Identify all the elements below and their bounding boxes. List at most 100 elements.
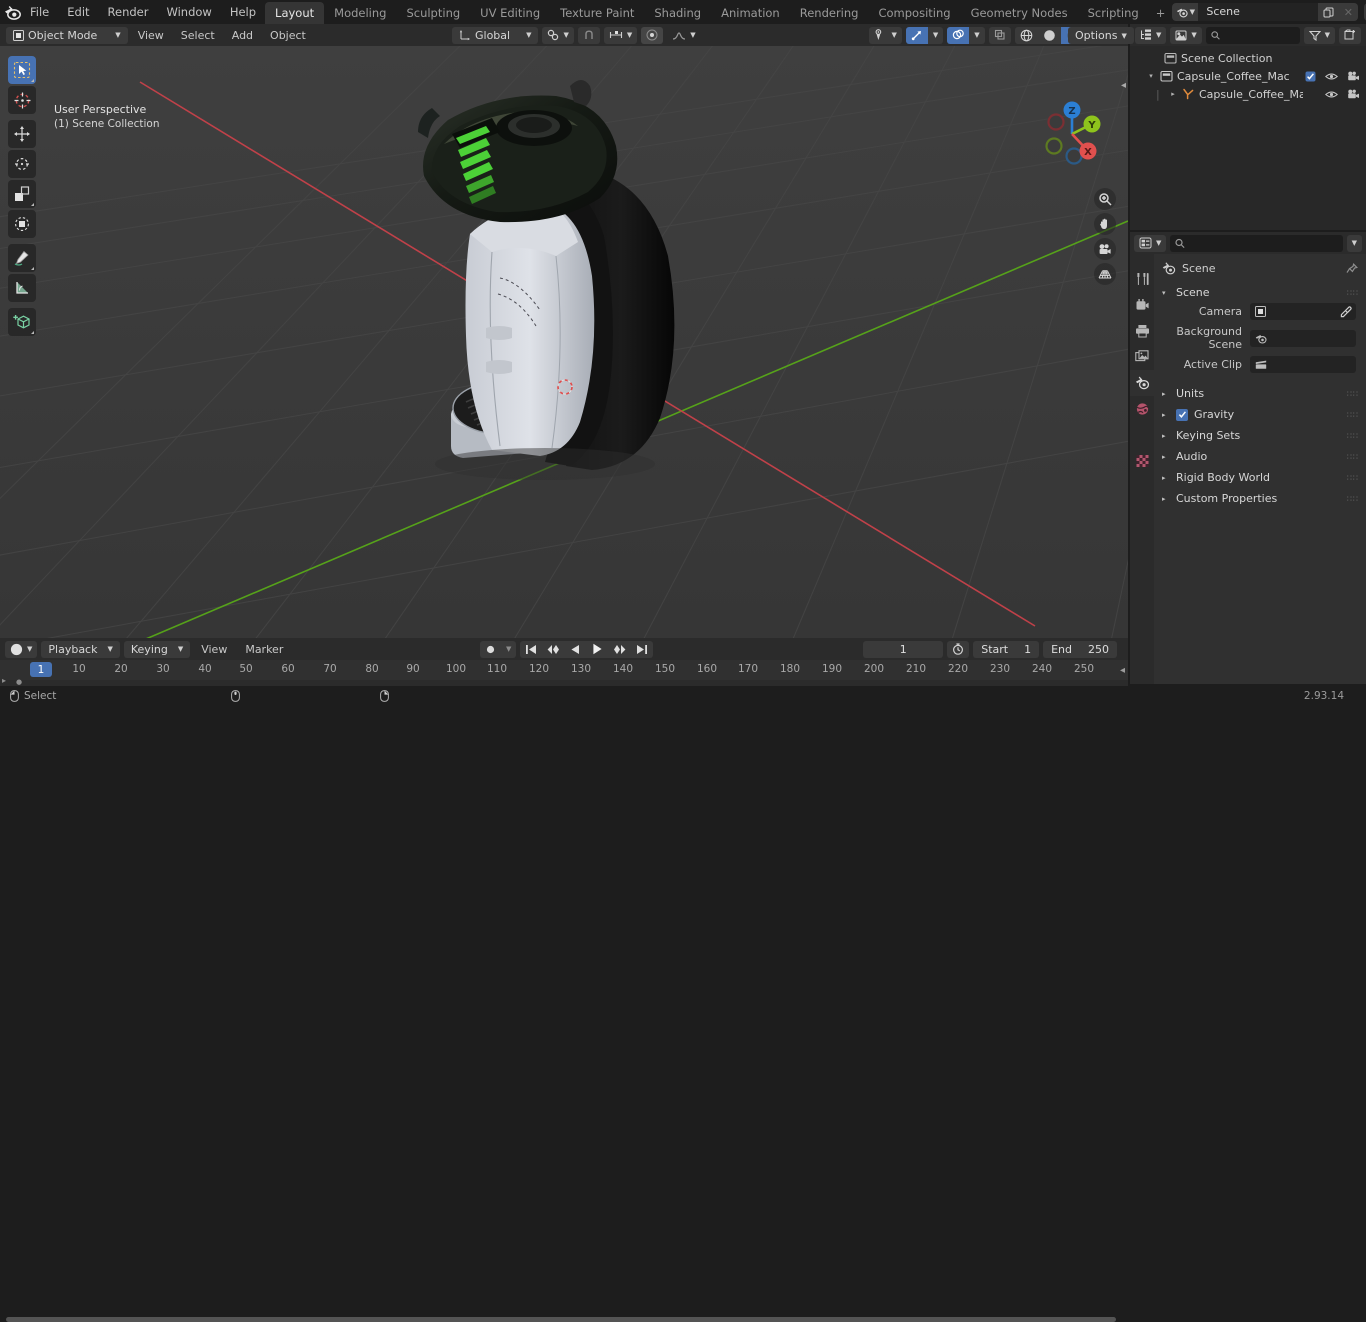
eye-icon[interactable] — [1325, 90, 1338, 99]
tab-shading[interactable]: Shading — [644, 2, 711, 25]
background-scene-field[interactable] — [1250, 329, 1356, 347]
properties-panel-body[interactable]: Scene ▾ Scene ∷∷ Camera Background Scene — [1154, 254, 1366, 684]
timeline-editor-type-button[interactable]: ▼ — [5, 640, 38, 658]
tool-tab[interactable] — [1130, 266, 1154, 292]
properties-search-input[interactable] — [1189, 236, 1338, 250]
navigation-gizmo[interactable]: Z Y X — [1034, 96, 1110, 172]
mode-selector[interactable]: Object Mode ▼ — [6, 26, 128, 44]
tab-animation[interactable]: Animation — [711, 2, 790, 25]
eye-icon[interactable] — [1325, 72, 1338, 81]
viewport-canvas[interactable]: User Perspective (1) Scene Collection ◂ … — [0, 46, 1128, 638]
end-value[interactable]: 250 — [1088, 643, 1109, 656]
add-cube-tool[interactable] — [8, 308, 36, 336]
panel-header-custom-properties[interactable]: ▸ Custom Properties ∷∷ — [1154, 488, 1366, 509]
eyedropper-icon[interactable] — [1340, 305, 1352, 318]
properties-editor-type-button[interactable]: ▼ — [1134, 234, 1167, 252]
overlays-toggle[interactable] — [947, 26, 970, 44]
timeline-editor[interactable]: ▼ Playback ▼ Keying ▼ View Marker ▼ 1 St… — [0, 638, 1128, 1322]
cursor-tool[interactable] — [8, 86, 36, 114]
solid-shading-button[interactable] — [1038, 27, 1061, 44]
proportional-edit-button[interactable] — [641, 26, 664, 44]
panel-header-gravity[interactable]: ▸ Gravity ∷∷ — [1154, 404, 1366, 425]
prev-keyframe-icon[interactable] — [542, 641, 565, 658]
scene-name[interactable]: Scene — [1198, 3, 1319, 21]
hand-icon[interactable] — [1094, 213, 1116, 235]
outliner-editor[interactable]: ▼ ▼ ▼ Scene Collection ▾ Capsule_Coffee_… — [1130, 24, 1366, 230]
scene-tab[interactable] — [1130, 370, 1154, 396]
gizmo-toggle[interactable] — [905, 26, 928, 44]
outliner-row-collection[interactable]: ▾ Capsule_Coffee_Machine_Nes — [1130, 67, 1366, 85]
panel-header-scene[interactable]: ▾ Scene ∷∷ — [1154, 283, 1366, 302]
outliner-display-mode-button[interactable]: ▼ — [1135, 26, 1167, 44]
scene-selector[interactable]: ▼ Scene ✕ — [1172, 3, 1359, 21]
keying-menu[interactable]: Keying ▼ — [123, 640, 191, 658]
world-tab[interactable] — [1130, 396, 1154, 422]
frame-range-end[interactable]: End 250 — [1043, 640, 1117, 658]
jump-start-icon[interactable] — [520, 641, 542, 658]
jump-end-icon[interactable] — [631, 641, 653, 658]
tab-texture-paint[interactable]: Texture Paint — [550, 2, 644, 25]
outliner-filter-button[interactable]: ▼ — [1303, 26, 1335, 44]
tab-scripting[interactable]: Scripting — [1078, 2, 1149, 25]
play-reverse-icon[interactable] — [565, 641, 586, 658]
sidebar-collapse-arrow-icon[interactable]: ◂ — [1121, 80, 1126, 91]
outliner-row-object[interactable]: | ▸ Capsule_Coffee_Machine — [1130, 85, 1366, 103]
properties-options-button[interactable]: ▼ — [1346, 234, 1362, 252]
next-keyframe-icon[interactable] — [608, 641, 631, 658]
frame-range-start[interactable]: Start 1 — [973, 640, 1040, 658]
camera-icon[interactable] — [1347, 71, 1360, 81]
move-tool[interactable] — [8, 120, 36, 148]
3d-viewport[interactable]: User Perspective (1) Scene Collection ◂ … — [0, 24, 1128, 638]
panel-header-rigid-body-world[interactable]: ▸ Rigid Body World ∷∷ — [1154, 467, 1366, 488]
expand-triangle[interactable]: ▸ — [1168, 90, 1178, 98]
proportional-falloff-button[interactable]: ▼ — [667, 27, 700, 44]
snap-button[interactable] — [577, 26, 600, 44]
xray-toggle[interactable] — [988, 26, 1011, 44]
collection-checkbox[interactable] — [1305, 71, 1316, 82]
viewport-menu-add[interactable]: Add — [225, 27, 260, 44]
pin-icon[interactable] — [1346, 262, 1358, 275]
properties-search-box[interactable] — [1170, 234, 1343, 252]
snap-pivot-button[interactable]: ▼ — [542, 26, 574, 44]
menu-edit[interactable]: Edit — [58, 2, 98, 22]
playback-menu[interactable]: Playback ▼ — [41, 640, 120, 658]
camera-icon[interactable] — [1094, 238, 1116, 260]
current-frame-field[interactable]: 1 — [863, 640, 944, 658]
tab-modeling[interactable]: Modeling — [324, 2, 396, 25]
scale-tool[interactable] — [8, 180, 36, 208]
camera-field[interactable] — [1250, 303, 1356, 320]
viewport-menu-select[interactable]: Select — [174, 27, 222, 44]
tab-sculpting[interactable]: Sculpting — [396, 2, 470, 25]
timeline-menu-marker[interactable]: Marker — [238, 641, 290, 658]
new-collection-button[interactable] — [1339, 26, 1361, 44]
outliner-filter-id-button[interactable]: ▼ — [1170, 26, 1202, 44]
render-tab[interactable] — [1130, 292, 1154, 318]
field-camera[interactable]: Camera — [1154, 302, 1366, 321]
tab-layout[interactable]: Layout — [265, 1, 325, 25]
scene-icon[interactable]: ▼ — [1172, 3, 1199, 21]
new-scene-button[interactable] — [1318, 3, 1339, 21]
outliner-search-box[interactable] — [1205, 26, 1300, 44]
rotate-tool[interactable] — [8, 150, 36, 178]
grid-icon[interactable] — [1094, 263, 1116, 285]
view-layer-tab[interactable] — [1130, 344, 1154, 370]
tab-rendering[interactable]: Rendering — [790, 2, 869, 25]
viewport-menu-object[interactable]: Object — [263, 27, 313, 44]
panel-header-keying-sets[interactable]: ▸ Keying Sets ∷∷ — [1154, 425, 1366, 446]
overlays-dropdown[interactable]: ▼ — [969, 27, 984, 44]
active-clip-field[interactable] — [1250, 356, 1356, 373]
panel-header-audio[interactable]: ▸ Audio ∷∷ — [1154, 446, 1366, 467]
menu-help[interactable]: Help — [221, 2, 265, 22]
panel-header-units[interactable]: ▸ Units ∷∷ — [1154, 383, 1366, 404]
wireframe-shading-button[interactable] — [1015, 27, 1038, 44]
auto-keying-dropdown[interactable]: ▼ — [501, 641, 516, 658]
outliner-search-input[interactable] — [1224, 28, 1295, 42]
play-icon[interactable] — [586, 641, 608, 658]
texture-tab[interactable] — [1130, 448, 1154, 474]
menu-file[interactable]: File — [21, 2, 58, 22]
gizmo-dropdown[interactable]: ▼ — [928, 27, 943, 44]
blender-logo-icon[interactable] — [4, 2, 21, 22]
menu-render[interactable]: Render — [99, 2, 158, 22]
outliner-tree[interactable]: Scene Collection ▾ Capsule_Coffee_Machin… — [1130, 46, 1366, 230]
zoom-icon[interactable] — [1094, 188, 1116, 210]
